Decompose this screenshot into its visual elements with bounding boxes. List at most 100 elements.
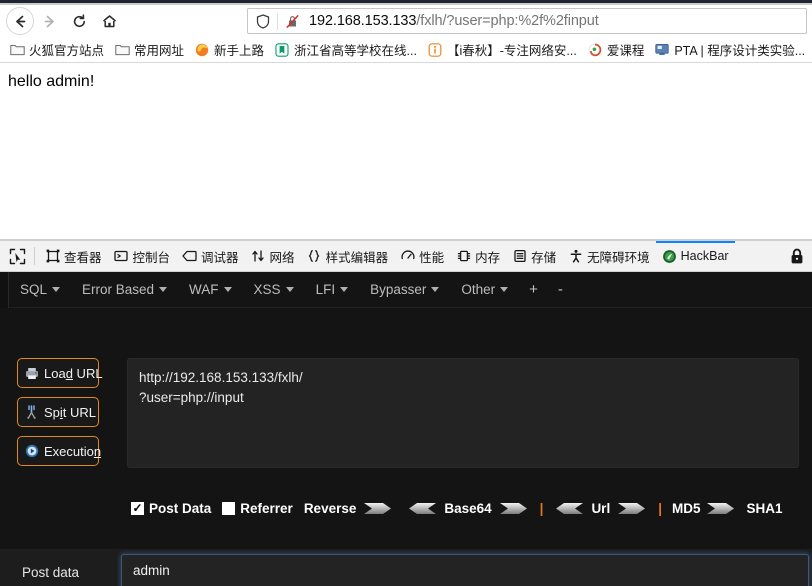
base64-decode-button[interactable]: [554, 502, 584, 515]
devtools-tabbar: 查看器 控制台 调试器 网络 样式编辑器 性能 内存 存储 无障碍环境 Hack…: [0, 241, 812, 272]
check-icon: ✓: [132, 501, 143, 515]
style-editor-icon: [307, 249, 322, 264]
pta-icon: [654, 42, 670, 58]
bookmark-label: 火狐官方站点: [29, 44, 105, 58]
icourse-icon: [587, 42, 603, 58]
tab-network[interactable]: 网络: [245, 241, 301, 271]
bookmark-label: 【i春秋】-专注网络安...: [446, 44, 577, 58]
post-data-checkbox[interactable]: ✓: [131, 501, 144, 515]
url-bar[interactable]: 192.168.153.133/fxlh/?user=php:%2f%2finp…: [247, 8, 807, 34]
reverse-label: Reverse: [303, 500, 357, 516]
bookmark-item[interactable]: 新手上路: [189, 39, 269, 61]
url-host: 192.168.153.133: [309, 13, 417, 29]
urlbar-divider: [277, 12, 278, 30]
bookmark-item[interactable]: 浙江省高等学校在线...: [269, 39, 422, 61]
menu-bypasser[interactable]: Bypasser: [359, 273, 450, 307]
post-data-row: Post data admin https://blog.csdn.net/bm…: [0, 549, 812, 586]
load-url-icon: [24, 366, 39, 381]
menu-sql[interactable]: SQL: [9, 273, 71, 307]
tab-memory[interactable]: 内存: [450, 241, 506, 271]
tab-performance[interactable]: 性能: [394, 241, 450, 271]
tab-label: 内存: [475, 250, 501, 265]
reverse-decode-button[interactable]: [407, 502, 437, 515]
tab-debugger[interactable]: 调试器: [176, 241, 245, 271]
reload-button[interactable]: [64, 6, 94, 36]
menu-lfi[interactable]: LFI: [305, 273, 360, 307]
post-data-label: Post Data: [149, 500, 212, 516]
menu-label: Error Based: [82, 282, 155, 297]
shield-icon[interactable]: [256, 13, 270, 29]
tab-hackbar[interactable]: HackBar: [655, 241, 735, 271]
menu-label: LFI: [315, 282, 336, 297]
chevron-down-icon: [500, 287, 509, 292]
md5-encode-button[interactable]: [706, 502, 736, 515]
tab-inspector[interactable]: 查看器: [39, 241, 108, 271]
referrer-checkbox[interactable]: [222, 501, 236, 515]
load-url-button[interactable]: Load URL: [17, 358, 103, 388]
debugger-icon: [182, 249, 197, 264]
tab-storage[interactable]: 存储: [506, 241, 562, 271]
url-encode-label: Url: [591, 500, 611, 516]
firefox-icon: [194, 42, 210, 58]
sha1-label: SHA1: [746, 500, 783, 516]
lock-crossed-icon[interactable]: [285, 14, 300, 29]
arrow-left-icon: [12, 13, 29, 30]
post-data-textarea[interactable]: admin: [121, 554, 809, 586]
menu-waf[interactable]: WAF: [178, 273, 243, 307]
menu-xss[interactable]: XSS: [243, 273, 305, 307]
execution-icon: [24, 444, 39, 459]
bookmark-label: 新手上路: [214, 44, 265, 58]
back-button[interactable]: [6, 7, 34, 35]
chevron-down-icon: [431, 287, 440, 292]
tab-style-editor[interactable]: 样式编辑器: [301, 241, 395, 271]
menu-label: WAF: [189, 282, 219, 297]
remove-tab-button[interactable]: -: [548, 281, 573, 298]
menu-label: SQL: [20, 282, 48, 297]
reverse-encode-button[interactable]: [363, 502, 393, 515]
forward-button[interactable]: [34, 6, 64, 36]
element-picker-icon[interactable]: [4, 243, 30, 269]
chevron-down-icon: [52, 287, 61, 292]
lock-icon[interactable]: [787, 246, 807, 266]
bookmark-item[interactable]: 火狐官方站点: [4, 39, 109, 61]
menu-error-based[interactable]: Error Based: [71, 273, 178, 307]
url-encode-button[interactable]: [617, 502, 647, 515]
button-label: Execution: [44, 443, 102, 459]
execution-button[interactable]: Execution: [17, 436, 102, 466]
tab-label: 调试器: [201, 250, 239, 265]
storage-icon: [512, 249, 527, 264]
accessibility-icon: [568, 249, 583, 264]
bookmark-item[interactable]: 常用网址: [109, 39, 189, 61]
menu-other[interactable]: Other: [450, 273, 519, 307]
bookmark-item[interactable]: 【i春秋】-专注网络安...: [422, 39, 582, 61]
button-label: Load URL: [44, 365, 103, 381]
console-icon: [114, 249, 129, 264]
bookmark-label: 浙江省高等学校在线...: [294, 44, 417, 58]
bookmark-item[interactable]: PTA | 程序设计类实验...: [649, 39, 810, 61]
tab-label: HackBar: [680, 249, 729, 263]
performance-icon: [400, 249, 415, 264]
bookmark-item[interactable]: 爱课程: [582, 39, 650, 61]
reload-icon: [71, 13, 88, 30]
home-button[interactable]: [94, 6, 124, 36]
tab-console[interactable]: 控制台: [108, 241, 177, 271]
base64-encode-button[interactable]: [499, 502, 529, 515]
chevron-down-icon: [159, 287, 168, 292]
tab-label: 样式编辑器: [325, 250, 389, 265]
url-path: /fxlh/?user=php:%2f%2finput: [416, 13, 599, 29]
separator: |: [658, 500, 662, 516]
hackbar-icon: [662, 249, 677, 264]
arrow-right-icon: [41, 13, 58, 30]
add-tab-button[interactable]: +: [519, 281, 548, 298]
bookmark-label: PTA | 程序设计类实验...: [674, 44, 806, 58]
bookmark-label: 爱课程: [606, 44, 645, 58]
chevron-down-icon: [340, 287, 349, 292]
url-textarea[interactable]: http://192.168.153.133/fxlh/ ?user=php:/…: [127, 358, 799, 468]
tab-accessibility[interactable]: 无障碍环境: [562, 241, 656, 271]
referrer-label: Referrer: [240, 500, 293, 516]
hackbar-menubar: SQL Error Based WAF XSS LFI Bypasser Oth…: [0, 272, 812, 308]
bookmarks-bar: 火狐官方站点 常用网址 新手上路 浙江省高等学校在线... 【i春秋】-专注网络: [0, 37, 812, 63]
tab-label: 性能: [419, 250, 445, 265]
split-url-button[interactable]: Spit URL: [17, 397, 99, 427]
menu-label: Bypasser: [370, 282, 427, 297]
